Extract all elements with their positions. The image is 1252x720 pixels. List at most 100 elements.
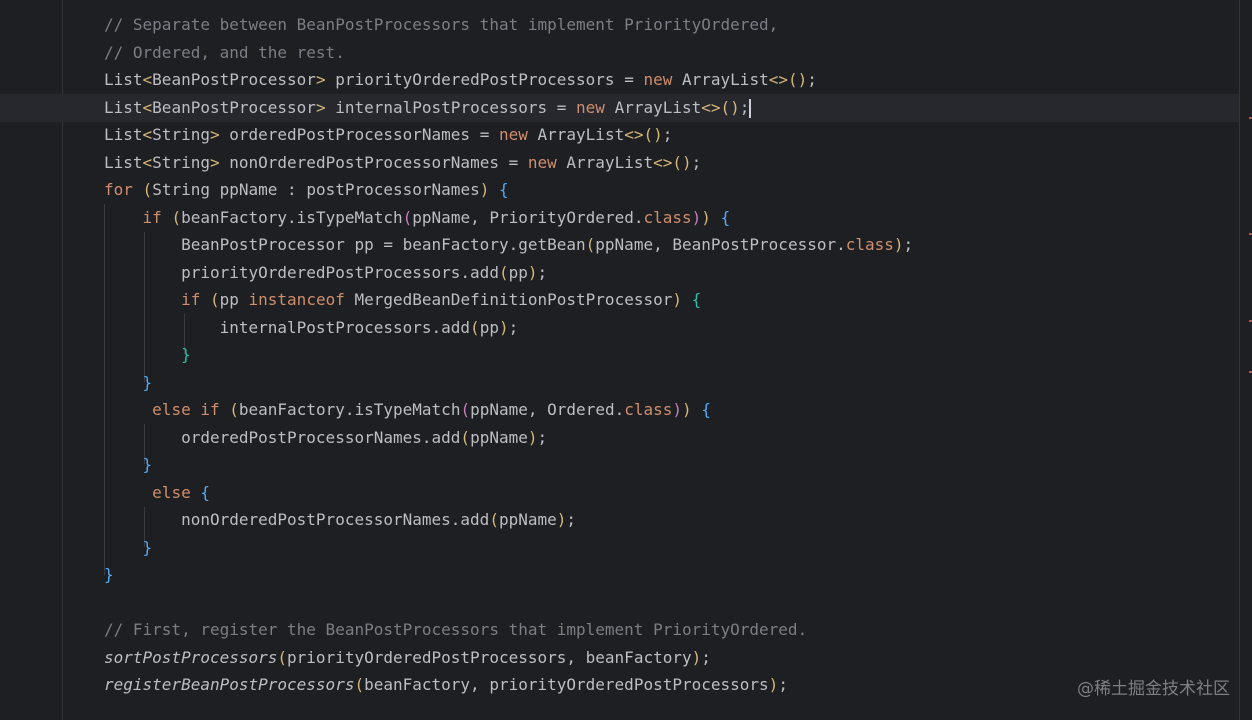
code-token: // Ordered, and the rest. xyxy=(104,42,345,62)
code-token: orderedPostProcessorNames.add xyxy=(104,427,461,447)
code-line[interactable]: internalPostProcessors.add(pp); xyxy=(104,314,519,342)
code-line[interactable]: List<String> nonOrderedPostProcessorName… xyxy=(104,149,701,177)
code-token: class xyxy=(845,235,894,254)
code-token: ; xyxy=(701,647,711,667)
code-token: for xyxy=(104,180,133,199)
code-token: ) xyxy=(498,317,509,337)
code-token: ; xyxy=(739,97,750,117)
code-token: List xyxy=(104,152,143,172)
code-token: < xyxy=(142,152,153,172)
code-token: < xyxy=(142,125,153,144)
code-token: } xyxy=(142,455,153,474)
code-line[interactable]: } xyxy=(104,451,153,479)
code-token: new xyxy=(576,97,605,117)
code-token: () xyxy=(787,70,808,89)
code-token: } xyxy=(142,372,153,392)
code-token: ; xyxy=(807,70,817,89)
code-line[interactable]: priorityOrderedPostProcessors.add(pp); xyxy=(104,259,547,287)
code-token: () xyxy=(643,125,663,144)
code-token: beanFactory.isTypeMatch xyxy=(238,400,461,419)
code-line[interactable]: List<BeanPostProcessor> internalPostProc… xyxy=(104,94,752,122)
code-token: ( xyxy=(489,510,499,529)
code-line[interactable]: nonOrderedPostProcessorNames.add(ppName)… xyxy=(104,506,576,534)
code-token: class xyxy=(624,400,673,419)
code-token: String ppName : postProcessorNames xyxy=(152,180,480,199)
code-token: pp xyxy=(508,262,528,282)
code-token: ) xyxy=(672,400,683,419)
code-line[interactable]: List<BeanPostProcessor> priorityOrderedP… xyxy=(104,66,817,94)
code-line[interactable]: } xyxy=(104,341,191,369)
code-token: > xyxy=(315,70,326,89)
code-line[interactable]: for (String ppName : postProcessorNames)… xyxy=(104,176,509,204)
code-token: ( xyxy=(470,317,480,337)
code-token: ; xyxy=(662,125,673,144)
code-line[interactable]: registerBeanPostProcessors(beanFactory, … xyxy=(104,671,788,699)
code-token: internalPostProcessors = xyxy=(325,97,577,117)
code-line[interactable]: } xyxy=(104,534,153,562)
code-line[interactable]: else { xyxy=(104,479,210,507)
code-line[interactable]: // Separate between BeanPostProcessors t… xyxy=(104,11,778,39)
code-token: ( xyxy=(277,647,288,667)
code-token: ppName xyxy=(470,427,528,447)
code-token: { xyxy=(691,290,702,309)
code-token: instanceof xyxy=(248,290,345,309)
code-line[interactable]: } xyxy=(104,561,114,589)
code-token: ; xyxy=(691,152,702,172)
code-token: nonOrderedPostProcessorNames.add xyxy=(104,510,490,529)
code-line[interactable]: if (pp instanceof MergedBeanDefinitionPo… xyxy=(104,286,701,314)
code-token: () xyxy=(720,97,740,117)
code-token: ( xyxy=(460,400,471,419)
code-token: ppName, Ordered. xyxy=(470,400,625,419)
code-token: List xyxy=(104,97,143,117)
code-token: { xyxy=(498,180,509,199)
code-line[interactable]: sortPostProcessors(priorityOrderedPostPr… xyxy=(104,644,711,672)
code-token: ArrayList xyxy=(672,70,769,89)
code-token: ) xyxy=(527,262,538,282)
scrollbar-track[interactable] xyxy=(1239,0,1240,720)
code-token: new xyxy=(527,152,557,172)
code-line[interactable]: List<String> orderedPostProcessorNames =… xyxy=(104,121,672,149)
code-token: BeanPostProcessor xyxy=(152,70,316,89)
code-token: { xyxy=(200,482,210,502)
code-token: ; xyxy=(537,427,548,447)
code-token: else xyxy=(152,482,191,502)
code-token: ) xyxy=(893,235,904,254)
code-line[interactable]: // Ordered, and the rest. xyxy=(104,39,345,67)
code-line[interactable]: } xyxy=(104,369,153,397)
code-token: internalPostProcessors.add xyxy=(104,317,471,337)
code-token: String xyxy=(152,152,210,172)
code-line[interactable]: // First, register the BeanPostProcessor… xyxy=(104,616,807,644)
code-token: List xyxy=(104,125,143,144)
code-token: ppName, BeanPostProcessor. xyxy=(595,235,846,254)
code-token: priorityOrderedPostProcessors.add xyxy=(104,262,499,282)
code-line[interactable]: if (beanFactory.isTypeMatch(ppName, Prio… xyxy=(104,204,731,232)
code-token: ( xyxy=(354,675,365,694)
code-token: ) xyxy=(701,207,711,227)
code-token: else if xyxy=(152,400,220,419)
code-token: pp xyxy=(219,290,249,309)
code-line[interactable]: BeanPostProcessor pp = beanFactory.getBe… xyxy=(104,231,913,259)
code-token: nonOrderedPostProcessorNames = xyxy=(219,152,528,172)
code-token: ) xyxy=(691,207,702,227)
code-token: ( xyxy=(498,262,509,282)
code-token: pp xyxy=(479,317,499,337)
code-token: ( xyxy=(402,207,413,227)
code-line[interactable]: orderedPostProcessorNames.add(ppName); xyxy=(104,424,547,452)
code-token: <> xyxy=(653,152,673,172)
code-token: <> xyxy=(701,97,721,117)
code-token: priorityOrderedPostProcessors, beanFacto… xyxy=(287,647,692,667)
code-token: if xyxy=(181,290,201,309)
code-token: ) xyxy=(768,675,779,694)
code-line[interactable]: else if (beanFactory.isTypeMatch(ppName,… xyxy=(104,396,711,424)
code-token: BeanPostProcessor xyxy=(152,97,316,117)
code-token: beanFactory, priorityOrderedPostProcesso… xyxy=(364,675,769,694)
code-token: > xyxy=(315,97,326,117)
code-token: () xyxy=(672,152,692,172)
code-token: ArrayList xyxy=(604,97,702,117)
